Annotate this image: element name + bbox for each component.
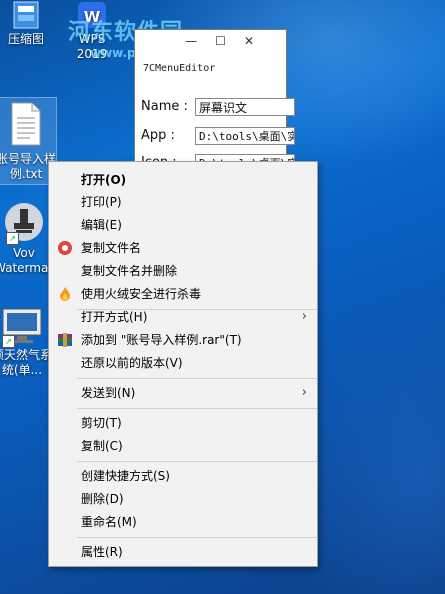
menu-separator <box>77 378 317 379</box>
menu-separator <box>77 408 317 409</box>
menu-item-copy[interactable]: 复制(C) <box>49 435 317 457</box>
menu-item-add-to-rar[interactable]: 添加到 "账号导入样例.rar"(T) <box>49 329 317 351</box>
menu-item-copy-filename[interactable]: 复制文件名 <box>49 237 317 259</box>
stamp-icon: ↗ <box>4 200 44 245</box>
maximize-icon[interactable]: ☐ <box>215 34 244 48</box>
menu-item-copy-filename-delete[interactable]: 复制文件名并删除 <box>49 260 317 282</box>
menu-item-delete[interactable]: 删除(D) <box>49 488 317 510</box>
menu-item-print[interactable]: 打印(P) <box>49 191 317 213</box>
compress-app-icon <box>8 0 44 30</box>
menu-item-edit[interactable]: 编辑(E) <box>49 214 317 236</box>
submenu-arrow-icon: › <box>301 385 307 400</box>
menu-item-rename[interactable]: 重命名(M) <box>49 511 317 533</box>
window-caption: 7CMenuEditor <box>143 63 216 74</box>
text-file-icon <box>8 98 44 150</box>
desktop-icon-gas-system[interactable]: ↗ 硕天然气系统(单... <box>0 306 52 378</box>
menu-item-restore-versions[interactable]: 还原以前的版本(V) <box>49 352 317 374</box>
shortcut-arrow-icon: ↗ <box>2 335 15 348</box>
app-label: App : <box>141 128 175 143</box>
menu-item-cut[interactable]: 剪切(T) <box>49 412 317 434</box>
context-menu: 打开(O) 打印(P) 编辑(E) 复制文件名 复制文件名并删除 使用火绒安全进… <box>48 161 318 567</box>
submenu-arrow-icon: › <box>301 309 307 324</box>
menu-item-open-with[interactable]: 打开方式(H) › <box>49 306 317 328</box>
desktop-icon-label: 压缩图 <box>7 32 44 46</box>
computer-monitor-icon: ↗ <box>0 306 44 348</box>
window-controls: —☐✕ <box>185 34 272 48</box>
minimize-icon[interactable]: — <box>185 34 215 48</box>
menu-item-open[interactable]: 打开(O) <box>49 169 317 191</box>
close-icon[interactable]: ✕ <box>244 34 272 48</box>
desktop-icon-vov[interactable]: ↗ Vov Waterma... <box>0 200 60 276</box>
menu-item-properties[interactable]: 属性(R) <box>49 541 317 563</box>
shortcut-arrow-icon: ↗ <box>6 232 19 245</box>
menu-separator <box>77 461 317 462</box>
desktop-icon-label: 硕天然气系统(单... <box>0 348 53 377</box>
menu-item-send-to[interactable]: 发送到(N) › <box>49 382 317 404</box>
name-label: Name : <box>141 99 188 114</box>
winrar-icon <box>58 333 72 347</box>
app-path-input[interactable]: D:\tools\桌面\实 <box>195 127 295 145</box>
menu-item-huorong-scan[interactable]: 使用火绒安全进行杀毒 <box>49 283 317 305</box>
desktop-icon-compress[interactable]: 压缩图 <box>0 0 56 47</box>
menu-item-create-shortcut[interactable]: 创建快捷方式(S) <box>49 465 317 487</box>
menu-separator <box>77 537 317 538</box>
copy-name-icon <box>58 241 72 255</box>
name-input[interactable]: 屏幕识文 <box>195 98 295 116</box>
huorong-flame-icon <box>60 287 70 301</box>
